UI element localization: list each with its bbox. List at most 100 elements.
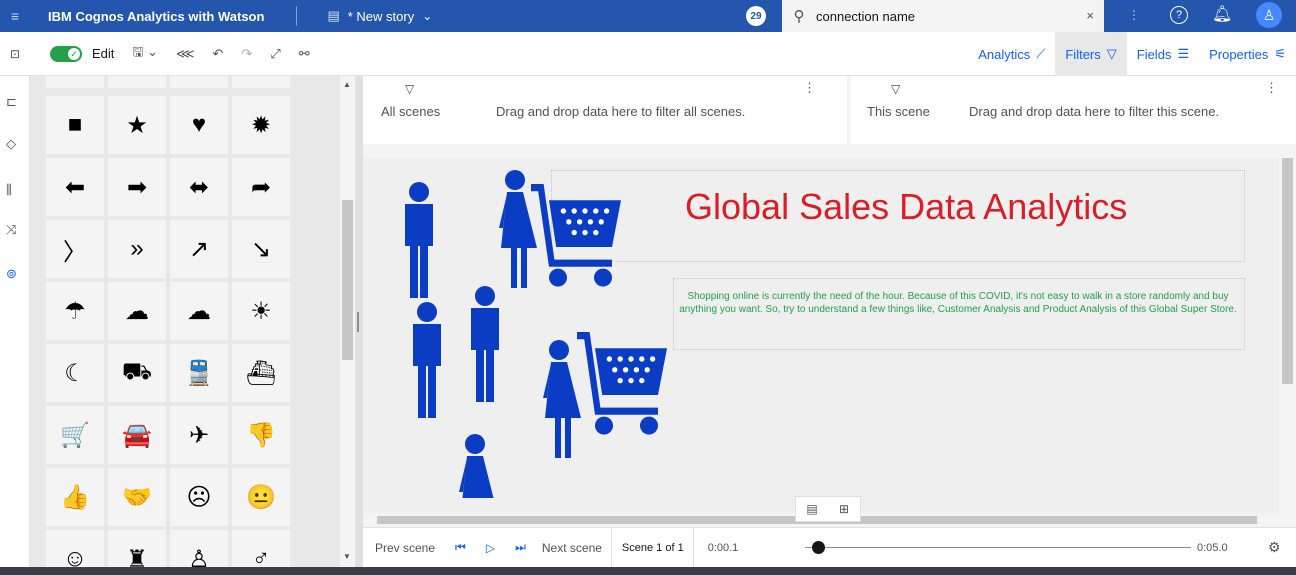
prev-scene-button[interactable]: Prev scene xyxy=(375,541,435,555)
scrollbar-thumb[interactable] xyxy=(1282,158,1293,384)
story-title-text[interactable]: Global Sales Data Analytics xyxy=(685,186,1127,228)
shape-tile[interactable]: ➦ xyxy=(232,158,290,216)
scrollbar-thumb[interactable] xyxy=(342,200,353,360)
this-scene-hint: Drag and drop data here to filter this s… xyxy=(969,104,1220,119)
settings-gear-icon[interactable]: ⚙ xyxy=(1268,539,1281,556)
scene-canvas[interactable]: Global Sales Data Analytics Shopping onl… xyxy=(363,158,1279,513)
story-icon: ▤ xyxy=(327,8,340,23)
canvas-vertical-scrollbar[interactable] xyxy=(1279,144,1296,527)
pin-icon[interactable]: ⚯ xyxy=(299,46,310,62)
story-description-text[interactable]: Shopping online is currently the need of… xyxy=(675,290,1241,316)
shape-tile[interactable]: ★ xyxy=(108,96,166,154)
analytics-button[interactable]: Analytics ⟋ xyxy=(968,32,1055,76)
save-icon[interactable]: 🖫 ⌄ xyxy=(132,43,158,65)
shape-tile[interactable]: ♜ xyxy=(108,530,166,567)
shape-tile[interactable]: ☁ xyxy=(108,282,166,340)
shape-tile[interactable] xyxy=(232,76,290,88)
scroll-up-icon[interactable]: ▲ xyxy=(343,80,351,89)
all-scenes-filter-dropzone[interactable]: ▽ All scenes Drag and drop data here to … xyxy=(363,76,847,144)
shapes-icon[interactable]: ◇ xyxy=(6,136,16,152)
media-icon[interactable]: ⊚ xyxy=(6,266,17,282)
shape-tile[interactable]: ♥ xyxy=(170,96,228,154)
shape-tile[interactable]: ⛟ xyxy=(108,344,166,402)
timeline-slider[interactable] xyxy=(805,547,1191,548)
shape-tile[interactable] xyxy=(170,76,228,88)
widgets-icon[interactable]: ⤨ xyxy=(6,222,16,238)
shape-tile[interactable]: ☹ xyxy=(170,468,228,526)
storyboard-view-icon[interactable]: ▤ xyxy=(796,497,828,521)
shape-tile[interactable]: 🚘 xyxy=(108,406,166,464)
shape-symbol-icon: 😐 xyxy=(246,483,276,511)
story-toolbar: ⊡ Edit 🖫 ⌄ ⋘ ↶ ↷ ⤢ ⚯ Analytics ⟋ Filters ▽… xyxy=(0,32,1296,76)
timeline-slider-handle[interactable] xyxy=(811,541,825,554)
shape-symbol-icon: ➦ xyxy=(250,173,272,201)
fields-button[interactable]: Fields ☰ xyxy=(1127,32,1199,76)
panel-splitter[interactable] xyxy=(355,76,363,567)
story-title[interactable]: * New story xyxy=(348,9,414,24)
shape-tile[interactable]: ☾ xyxy=(46,344,104,402)
skip-back-icon[interactable]: ⏮ xyxy=(455,540,466,555)
shape-tile[interactable]: ⬌ xyxy=(170,158,228,216)
shape-tile[interactable]: ☁ xyxy=(170,282,228,340)
help-icon[interactable]: ? xyxy=(1170,6,1188,24)
overflow-menu-icon[interactable]: ⋮ xyxy=(1128,8,1140,22)
next-scene-button[interactable]: Next scene xyxy=(542,541,602,555)
shape-tile[interactable]: ⬅ xyxy=(46,158,104,216)
clear-search-icon[interactable]: × xyxy=(1086,8,1094,23)
shopping-cart-icon xyxy=(577,332,667,435)
shape-tile[interactable]: 👍 xyxy=(46,468,104,526)
shape-tile[interactable]: 🛒 xyxy=(46,406,104,464)
this-scene-menu-icon[interactable]: ⋮ xyxy=(1265,80,1278,96)
shape-tile[interactable]: ✹ xyxy=(232,96,290,154)
templates-icon[interactable]: ⊏ xyxy=(6,94,17,110)
edit-mode-toggle[interactable] xyxy=(50,45,82,62)
filter-icon: ▽ xyxy=(405,82,415,96)
shape-tile[interactable]: ✈ xyxy=(170,406,228,464)
shape-tile[interactable]: ☂ xyxy=(46,282,104,340)
scroll-down-icon[interactable]: ▼ xyxy=(343,552,351,561)
panel-toggle-icon[interactable]: ⊡ xyxy=(0,47,30,61)
shape-tile[interactable]: ♂ xyxy=(232,530,290,567)
shape-tile[interactable]: ☀ xyxy=(232,282,290,340)
shape-tile[interactable]: ⛴ xyxy=(232,344,290,402)
shapes-scrollbar[interactable]: ▲ ▼ xyxy=(340,76,355,567)
shape-tile[interactable]: ↘ xyxy=(232,220,290,278)
shape-tile[interactable]: ↗ xyxy=(170,220,228,278)
this-scene-filter-dropzone[interactable]: ▽ This scene Drag and drop data here to … xyxy=(851,76,1296,144)
shape-symbol-icon: 👍 xyxy=(60,483,90,511)
skip-forward-icon[interactable]: ⏭ xyxy=(515,540,526,555)
redo-icon[interactable]: ↷ xyxy=(241,46,252,62)
shape-symbol-icon: » xyxy=(130,235,144,262)
share-icon[interactable]: ⋘ xyxy=(176,46,195,62)
expand-icon[interactable]: ⤢ xyxy=(270,46,280,62)
shape-tile[interactable] xyxy=(108,76,166,88)
shape-tile[interactable]: 👎 xyxy=(232,406,290,464)
shape-tile[interactable]: 〉 xyxy=(46,220,104,278)
splitter-grip[interactable] xyxy=(357,312,359,332)
filters-button[interactable]: Filters ▽ xyxy=(1055,32,1127,76)
notification-count-badge[interactable]: 29 xyxy=(746,6,766,26)
shape-tile[interactable]: ■ xyxy=(46,96,104,154)
shape-tile[interactable]: ➡ xyxy=(108,158,166,216)
properties-button[interactable]: Properties ⚟ xyxy=(1199,32,1296,76)
divider xyxy=(610,527,612,568)
shape-tile[interactable]: 🚆 xyxy=(170,344,228,402)
shape-tile[interactable]: ♙ xyxy=(170,530,228,567)
shape-tile[interactable]: ☺ xyxy=(46,530,104,567)
shoppers-illustration[interactable] xyxy=(363,158,703,498)
visualizations-icon[interactable]: ⫼ xyxy=(6,182,12,198)
shape-tile[interactable]: 🤝 xyxy=(108,468,166,526)
notifications-bell-icon[interactable]: 🔔︎ xyxy=(1212,4,1232,24)
scene-counter[interactable]: Scene 1 of 1 xyxy=(622,542,684,554)
all-scenes-menu-icon[interactable]: ⋮ xyxy=(803,80,816,96)
hamburger-menu-icon[interactable]: ≡ xyxy=(0,0,30,32)
search-input[interactable] xyxy=(816,8,1066,24)
user-avatar-icon[interactable]: ♙ xyxy=(1256,2,1282,28)
play-icon[interactable]: ▷ xyxy=(486,541,495,555)
chevron-down-icon[interactable]: ⌄ xyxy=(422,9,432,23)
shape-tile[interactable]: » xyxy=(108,220,166,278)
shape-tile[interactable]: 😐 xyxy=(232,468,290,526)
shape-tile[interactable] xyxy=(46,76,104,88)
undo-icon[interactable]: ↶ xyxy=(213,46,224,62)
grid-view-icon[interactable]: ⊞ xyxy=(828,497,860,521)
